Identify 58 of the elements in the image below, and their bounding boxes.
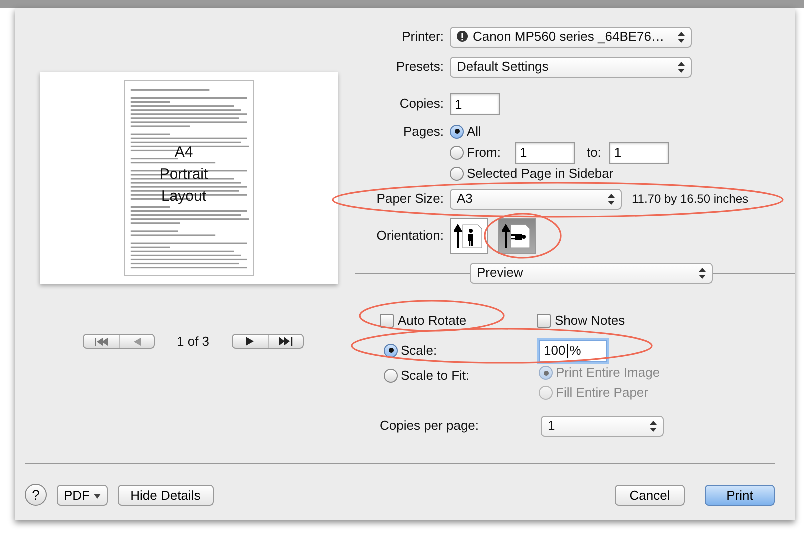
up-down-arrows-icon	[699, 268, 706, 278]
portrait-orientation-button[interactable]	[450, 218, 488, 254]
radio-label: Fill Entire Paper	[556, 384, 648, 402]
checkbox[interactable]	[537, 314, 551, 328]
radio-label: All	[467, 122, 482, 141]
up-down-arrows-icon	[678, 32, 685, 42]
landscape-page-icon	[502, 222, 532, 250]
radio-label: Print Entire Image	[556, 364, 660, 382]
radio-label: Scale:	[401, 342, 438, 360]
panel-dropdown[interactable]: Preview	[470, 262, 713, 284]
field-label: Printer:	[401, 28, 445, 46]
radio-button[interactable]	[384, 344, 398, 358]
checkbox[interactable]	[380, 314, 394, 328]
checkbox-label: Auto Rotate	[398, 312, 467, 330]
up-down-arrows-icon	[608, 194, 615, 204]
paper-size-dropdown[interactable]: A3	[450, 188, 622, 210]
up-down-arrows-icon	[678, 62, 685, 72]
page-indicator: 1 of 3	[177, 333, 210, 351]
field-label: Pages:	[402, 122, 445, 141]
field-label: Orientation:	[376, 227, 445, 246]
preview-label: A4	[174, 143, 194, 163]
checkbox-label: Show Notes	[555, 312, 626, 330]
help-button[interactable]: ?	[25, 484, 47, 506]
pdf-menu-button[interactable]: PDF	[57, 484, 108, 506]
warning-icon	[457, 31, 468, 42]
field-label: Presets:	[395, 58, 445, 76]
radio-button[interactable]	[450, 146, 464, 160]
landscape-orientation-button[interactable]	[498, 218, 536, 254]
preview-label: Layout	[161, 187, 207, 207]
field-label: to:	[586, 144, 602, 162]
radio-button[interactable]	[450, 124, 464, 138]
presets-dropdown[interactable]: Default Settings	[450, 56, 692, 78]
scale-field[interactable]: 100 %	[539, 340, 607, 362]
radio-label: From:	[467, 144, 501, 162]
dialog-button[interactable]: Print	[705, 484, 775, 506]
radio-button[interactable]	[450, 166, 464, 180]
to-page-field[interactable]: 1	[609, 142, 670, 164]
skip-back-icon	[94, 338, 108, 346]
preview-label: Portrait	[160, 165, 208, 185]
paper-dimensions: 11.70 by 16.50 inches	[632, 191, 749, 208]
hide-details-button[interactable]: Hide Details	[118, 484, 214, 506]
up-down-arrows-icon	[650, 420, 657, 432]
copies-per-page-dropdown[interactable]: 1	[541, 416, 664, 436]
field-label: Paper Size:	[376, 190, 445, 208]
radio-button[interactable]	[384, 368, 398, 382]
triangle-right-icon	[246, 337, 254, 346]
portrait-page-icon	[454, 222, 484, 250]
from-page-field[interactable]: 1	[514, 142, 575, 164]
triangle-left-icon	[134, 338, 140, 346]
field-label: Copies per page:	[380, 417, 480, 436]
caret-icon	[94, 494, 101, 499]
dialog-button[interactable]: Cancel	[615, 484, 685, 506]
copies-field[interactable]: 1	[450, 93, 500, 115]
printer-dropdown[interactable]: Canon MP560 series _64BE76…	[450, 26, 692, 48]
radio-label: Selected Page in Sidebar	[467, 164, 614, 183]
field-label: Copies:	[398, 95, 445, 114]
skip-forward-icon	[278, 337, 293, 346]
radio-label: Scale to Fit:	[401, 366, 470, 385]
